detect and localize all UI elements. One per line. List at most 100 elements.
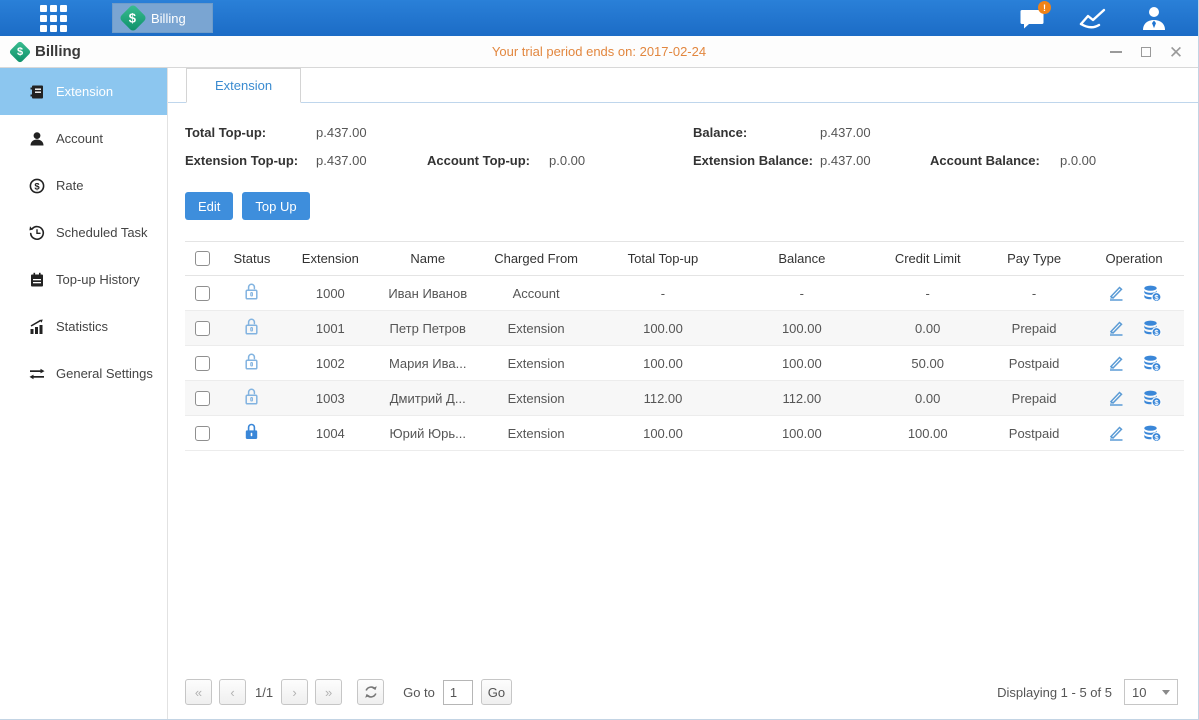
table-row[interactable]: 1002 Мария Ива... Extension 100.00 100.0…	[185, 346, 1184, 381]
charged-from-cell: Account	[479, 276, 594, 311]
tab-extension[interactable]: Extension	[186, 68, 301, 103]
extension-table-body: 1000 Иван Иванов Account - - - -	[185, 276, 1184, 451]
unlocked-icon	[243, 282, 260, 304]
table-row[interactable]: 1003 Дмитрий Д... Extension 112.00 112.0…	[185, 381, 1184, 416]
goto-page-input[interactable]	[443, 680, 473, 705]
minimize-icon[interactable]	[1108, 44, 1124, 60]
name-cell: Юрий Юрь...	[377, 416, 479, 451]
col-operation: Operation	[1084, 242, 1184, 276]
row-checkbox[interactable]	[195, 321, 210, 336]
row-checkbox[interactable]	[195, 286, 210, 301]
row-checkbox[interactable]	[195, 426, 210, 441]
extension-topup-value: p.437.00	[316, 153, 427, 168]
row-checkbox[interactable]	[195, 391, 210, 406]
select-all-checkbox[interactable]	[195, 251, 210, 266]
table-row[interactable]: 1000 Иван Иванов Account - - - -	[185, 276, 1184, 311]
table-row[interactable]: 1001 Петр Петров Extension 100.00 100.00…	[185, 311, 1184, 346]
sidebar: Extension Account $ Rate	[0, 68, 168, 719]
table-row[interactable]: 1004 Юрий Юрь... Extension 100.00 100.00…	[185, 416, 1184, 451]
pay-type-cell: Prepaid	[984, 311, 1084, 346]
status-cell	[220, 346, 284, 381]
status-cell	[220, 381, 284, 416]
refresh-button[interactable]	[357, 679, 384, 705]
unlocked-icon	[243, 352, 260, 374]
go-button[interactable]: Go	[481, 679, 512, 705]
col-charged-from: Charged From	[479, 242, 594, 276]
window-title: $ Billing	[12, 43, 81, 60]
topup-icon[interactable]: $	[1143, 320, 1162, 337]
sidebar-item-topup-history[interactable]: Top-up History	[0, 256, 167, 303]
account-topup-value: p.0.00	[549, 153, 585, 168]
col-name: Name	[377, 242, 479, 276]
operation-cell: $	[1084, 320, 1184, 337]
messages-icon[interactable]: !	[1015, 3, 1049, 33]
name-cell: Иван Иванов	[377, 276, 479, 311]
account-balance-value: p.0.00	[1060, 153, 1096, 168]
edit-icon[interactable]	[1107, 425, 1125, 441]
pay-type-cell: Postpaid	[984, 346, 1084, 381]
edit-icon[interactable]	[1107, 390, 1125, 406]
credit-limit-cell: 0.00	[871, 381, 984, 416]
total-topup-cell: 100.00	[594, 416, 733, 451]
charged-from-cell: Extension	[479, 416, 594, 451]
extension-cell: 1004	[284, 416, 377, 451]
extension-balance-value: p.437.00	[820, 153, 930, 168]
operation-cell: $	[1084, 425, 1184, 442]
displaying-text: Displaying 1 - 5 of 5	[997, 685, 1112, 700]
total-topup-label: Total Top-up:	[185, 125, 316, 140]
extension-cell: 1002	[284, 346, 377, 381]
credit-limit-cell: 0.00	[871, 311, 984, 346]
topup-icon[interactable]: $	[1143, 390, 1162, 407]
pay-type-cell: Postpaid	[984, 416, 1084, 451]
main-content: Extension Total Top-up: p.437.00 Extensi…	[168, 68, 1198, 719]
page-indicator: 1/1	[255, 685, 273, 700]
next-page-button[interactable]: ›	[281, 679, 308, 705]
edit-icon[interactable]	[1107, 320, 1125, 336]
sidebar-item-statistics[interactable]: Statistics	[0, 303, 167, 350]
sidebar-item-extension[interactable]: Extension	[0, 68, 167, 115]
edit-icon[interactable]	[1107, 355, 1125, 371]
sidebar-item-scheduled-task[interactable]: Scheduled Task	[0, 209, 167, 256]
last-page-button[interactable]: »	[315, 679, 342, 705]
total-topup-value: p.437.00	[316, 125, 367, 140]
balance-label: Balance:	[693, 125, 820, 140]
balance-cell: 100.00	[732, 416, 871, 451]
prev-page-button[interactable]: ‹	[219, 679, 246, 705]
credit-limit-cell: -	[871, 276, 984, 311]
name-cell: Мария Ива...	[377, 346, 479, 381]
window-controls: ✕	[1108, 36, 1184, 68]
status-cell	[220, 311, 284, 346]
col-pay-type: Pay Type	[984, 242, 1084, 276]
page-size-select[interactable]: 10	[1124, 679, 1178, 705]
topup-icon[interactable]: $	[1143, 285, 1162, 302]
topup-icon[interactable]: $	[1143, 355, 1162, 372]
maximize-icon[interactable]	[1138, 44, 1154, 60]
extension-icon	[29, 84, 45, 100]
col-status: Status	[220, 242, 284, 276]
name-cell: Петр Петров	[377, 311, 479, 346]
sidebar-item-account[interactable]: Account	[0, 115, 167, 162]
row-checkbox[interactable]	[195, 356, 210, 371]
summary-section: Total Top-up: p.437.00 Extension Top-up:…	[185, 125, 1184, 168]
titlebar: $ Billing Your trial period ends on: 201…	[0, 36, 1198, 68]
goto-label: Go to	[403, 685, 435, 700]
rate-icon: $	[29, 178, 45, 194]
user-icon[interactable]	[1137, 3, 1171, 33]
edit-icon[interactable]	[1107, 285, 1125, 301]
trial-notice: Your trial period ends on: 2017-02-24	[492, 44, 706, 59]
edit-button[interactable]: Edit	[185, 192, 233, 220]
app-grid-icon[interactable]	[38, 3, 68, 33]
sidebar-item-rate[interactable]: $ Rate	[0, 162, 167, 209]
unlocked-icon	[243, 317, 260, 339]
topup-button[interactable]: Top Up	[242, 192, 309, 220]
taskbar-tab-billing[interactable]: $ Billing	[112, 3, 213, 33]
pay-type-cell: -	[984, 276, 1084, 311]
topup-icon[interactable]: $	[1143, 425, 1162, 442]
first-page-button[interactable]: «	[185, 679, 212, 705]
locked-icon	[243, 422, 260, 444]
charged-from-cell: Extension	[479, 381, 594, 416]
sidebar-item-general-settings[interactable]: General Settings	[0, 350, 167, 397]
account-balance-label: Account Balance:	[930, 153, 1060, 168]
chart-icon[interactable]	[1076, 3, 1110, 33]
close-icon[interactable]: ✕	[1168, 44, 1184, 60]
